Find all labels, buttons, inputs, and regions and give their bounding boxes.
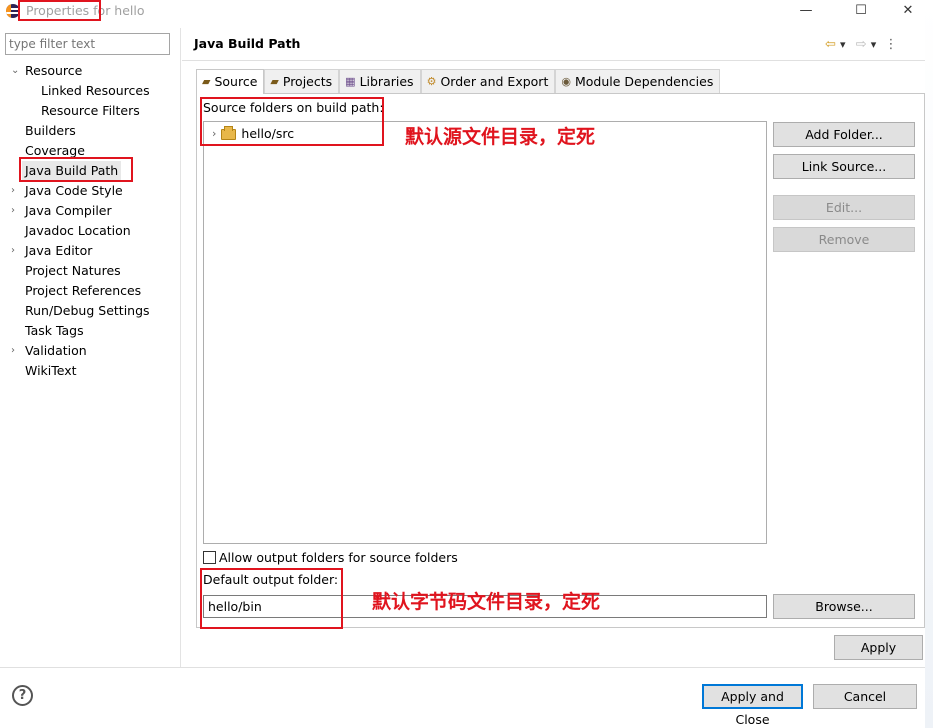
sidebar-item-builders[interactable]: Builders bbox=[25, 121, 76, 140]
tab-module-dependencies[interactable]: ◉ Module Dependencies bbox=[555, 69, 721, 93]
title-highlight-box bbox=[18, 0, 101, 21]
sidebar-item-label: Run/Debug Settings bbox=[25, 303, 150, 318]
tab-libraries[interactable]: ▦ Libraries bbox=[339, 69, 421, 93]
edit-button[interactable]: Edit... bbox=[773, 195, 915, 220]
back-arrow-icon[interactable]: ⇦ bbox=[825, 37, 836, 52]
tab-projects[interactable]: ▰ Projects bbox=[264, 69, 340, 93]
sidebar-item-label: Resource Filters bbox=[41, 103, 140, 118]
tab-label: Module Dependencies bbox=[574, 73, 714, 89]
link-source-button[interactable]: Link Source... bbox=[773, 154, 915, 179]
forward-arrow-icon[interactable]: ⇨ bbox=[856, 37, 867, 52]
java-build-path-highlight-box bbox=[19, 157, 133, 182]
page-title: Java Build Path bbox=[194, 36, 301, 51]
sidebar-item-project-references[interactable]: Project References bbox=[25, 281, 141, 300]
remove-button[interactable]: Remove bbox=[773, 227, 915, 252]
cancel-button[interactable]: Cancel bbox=[813, 684, 917, 709]
allow-output-folders-label: Allow output folders for source folders bbox=[219, 550, 458, 565]
source-folder-icon: ▰ bbox=[202, 75, 211, 88]
tab-bar: ▰ Source ▰ Projects ▦ Libraries ⚙ Order … bbox=[196, 69, 721, 94]
order-export-icon: ⚙ bbox=[426, 74, 437, 88]
chevron-right-icon[interactable]: › bbox=[11, 341, 21, 360]
sidebar-item-label: Task Tags bbox=[25, 323, 84, 338]
sidebar-item-project-natures[interactable]: Project Natures bbox=[25, 261, 121, 280]
sidebar-item-wikitext[interactable]: WikiText bbox=[25, 361, 77, 380]
sidebar-item-label: Resource bbox=[25, 63, 83, 78]
sidebar-item-java-compiler[interactable]: › Java Compiler bbox=[11, 201, 112, 220]
sidebar-item-resource-filters[interactable]: Resource Filters bbox=[41, 101, 140, 120]
source-folders-list[interactable]: › hello/src bbox=[203, 121, 767, 544]
sidebar-item-java-editor[interactable]: › Java Editor bbox=[11, 241, 93, 260]
sidebar-item-label: Project References bbox=[25, 283, 142, 298]
minimize-button[interactable]: — bbox=[791, 2, 821, 20]
footer-divider bbox=[0, 667, 933, 668]
help-icon[interactable]: ? bbox=[12, 685, 33, 706]
output-folder-highlight-box bbox=[200, 568, 343, 629]
sidebar-item-javadoc-location[interactable]: Javadoc Location bbox=[25, 221, 131, 240]
browse-button[interactable]: Browse... bbox=[773, 594, 915, 619]
source-folder-highlight-box bbox=[200, 97, 384, 146]
sidebar-item-java-code-style[interactable]: › Java Code Style bbox=[11, 181, 123, 200]
sidebar-item-label: Java Code Style bbox=[25, 183, 123, 198]
filter-input[interactable] bbox=[5, 33, 170, 55]
tab-label: Projects bbox=[282, 73, 333, 89]
sidebar-item-label: Coverage bbox=[25, 143, 85, 158]
chevron-down-icon[interactable]: ⌄ bbox=[11, 61, 21, 80]
tab-label: Order and Export bbox=[440, 73, 549, 89]
sidebar-item-label: Java Compiler bbox=[25, 203, 112, 218]
title-bar: Properties for hello — ☐ ✕ bbox=[0, 0, 933, 24]
sidebar-item-linked-resources[interactable]: Linked Resources bbox=[41, 81, 150, 100]
tab-order-and-export[interactable]: ⚙ Order and Export bbox=[420, 69, 556, 93]
sidebar-item-label: Builders bbox=[25, 123, 76, 138]
libraries-icon: ▦ bbox=[345, 74, 356, 88]
module-icon: ◉ bbox=[561, 74, 571, 88]
sidebar-item-label: Validation bbox=[25, 343, 87, 358]
tab-label: Libraries bbox=[359, 73, 414, 89]
sidebar-item-label: Project Natures bbox=[25, 263, 121, 278]
header-divider bbox=[182, 60, 933, 61]
close-button[interactable]: ✕ bbox=[893, 2, 923, 20]
add-folder-button[interactable]: Add Folder... bbox=[773, 122, 915, 147]
output-annotation-text: 默认字节码文件目录，定死 bbox=[372, 591, 601, 613]
sidebar-item-label: Linked Resources bbox=[41, 83, 150, 98]
background-edge bbox=[925, 0, 933, 728]
allow-output-folders-checkbox[interactable] bbox=[203, 551, 216, 564]
sidebar-item-task-tags[interactable]: Task Tags bbox=[25, 321, 84, 340]
back-dropdown-icon[interactable]: ▾ bbox=[840, 38, 846, 51]
forward-dropdown-icon[interactable]: ▾ bbox=[871, 38, 877, 51]
apply-and-close-button[interactable]: Apply and Close bbox=[702, 684, 803, 727]
sidebar-item-validation[interactable]: › Validation bbox=[11, 341, 87, 360]
sidebar-item-label: Javadoc Location bbox=[25, 223, 131, 238]
sidebar-item-run-debug-settings[interactable]: Run/Debug Settings bbox=[25, 301, 150, 320]
source-annotation-text: 默认源文件目录，定死 bbox=[405, 126, 596, 148]
view-menu-icon[interactable]: ⋮ bbox=[884, 37, 897, 52]
chevron-right-icon[interactable]: › bbox=[11, 201, 21, 220]
maximize-button[interactable]: ☐ bbox=[846, 2, 876, 20]
chevron-right-icon[interactable]: › bbox=[11, 241, 21, 260]
tab-source[interactable]: ▰ Source bbox=[196, 69, 265, 94]
projects-icon: ▰ bbox=[270, 74, 279, 88]
sidebar-item-label: WikiText bbox=[25, 363, 77, 378]
page-nav: ⇦ ▾ ⇨ ▾ ⋮ bbox=[825, 37, 897, 52]
sidebar-item-resource[interactable]: ⌄ Resource bbox=[11, 61, 83, 80]
apply-button[interactable]: Apply bbox=[834, 635, 923, 660]
sidebar-item-label: Java Editor bbox=[25, 243, 93, 258]
chevron-right-icon[interactable]: › bbox=[11, 181, 21, 200]
tab-label: Source bbox=[214, 74, 258, 89]
